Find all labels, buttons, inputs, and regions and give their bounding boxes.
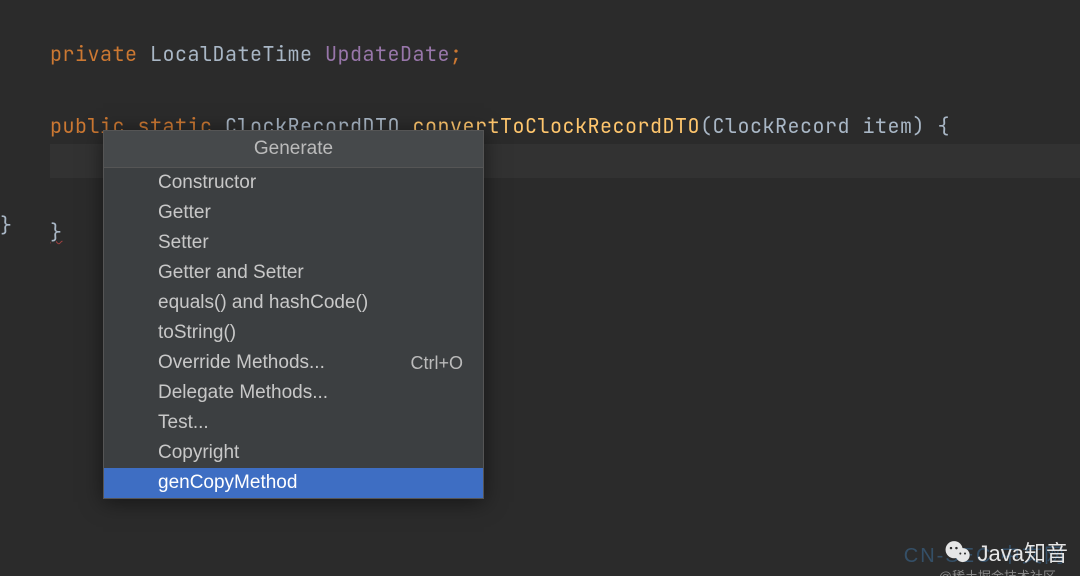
popup-item-gencopymethod[interactable]: genCopyMethod [104, 468, 483, 498]
popup-item-label: Getter and Setter [158, 262, 304, 284]
popup-item-shortcut: Ctrl+O [410, 353, 471, 374]
param-name: item [863, 113, 913, 139]
type-localdatetime: LocalDateTime [150, 41, 313, 67]
popup-item-label: Delegate Methods... [158, 382, 328, 404]
popup-item-equals-hashcode[interactable]: equals() and hashCode() [104, 288, 483, 318]
popup-item-label: Copyright [158, 442, 239, 464]
code-line: private LocalDateTime UpdateDate; [50, 41, 463, 67]
popup-item-copyright[interactable]: Copyright [104, 438, 483, 468]
popup-item-label: Getter [158, 202, 211, 224]
popup-item-label: toString() [158, 322, 236, 344]
popup-item-label: genCopyMethod [158, 472, 297, 494]
popup-item-getter-setter[interactable]: Getter and Setter [104, 258, 483, 288]
popup-item-delegate[interactable]: Delegate Methods... [104, 378, 483, 408]
rbrace-class: } [0, 212, 12, 238]
watermark: Java知音 @稀土掘金技术社区 [944, 536, 1068, 568]
field-updatedate: UpdateDate [325, 41, 450, 67]
lbrace: { [938, 113, 951, 139]
wechat-icon [944, 538, 972, 566]
popup-title: Generate [104, 131, 483, 168]
code-line: } [50, 219, 63, 245]
popup-item-setter[interactable]: Setter [104, 228, 483, 258]
generate-popup[interactable]: Generate Constructor Getter Setter Gette… [103, 130, 484, 499]
keyword-private: private [50, 41, 138, 67]
lparen: ( [700, 113, 713, 139]
popup-item-label: Setter [158, 232, 209, 254]
semicolon: ; [450, 41, 463, 67]
popup-list: Constructor Getter Setter Getter and Set… [104, 168, 483, 498]
popup-item-test[interactable]: Test... [104, 408, 483, 438]
code-editor[interactable]: private LocalDateTime UpdateDate; public… [0, 0, 1080, 576]
watermark-main: Java知音 [978, 541, 1068, 566]
rbrace-method: } [50, 219, 63, 245]
popup-item-getter[interactable]: Getter [104, 198, 483, 228]
popup-item-override[interactable]: Override Methods... Ctrl+O [104, 348, 483, 378]
watermark-subtitle: @稀土掘金技术社区 [939, 566, 1056, 572]
popup-item-label: Test... [158, 412, 209, 434]
popup-item-constructor[interactable]: Constructor [104, 168, 483, 198]
popup-item-label: Constructor [158, 172, 256, 194]
popup-item-label: Override Methods... [158, 352, 325, 374]
rparen: ) [913, 113, 926, 139]
popup-item-tostring[interactable]: toString() [104, 318, 483, 348]
popup-item-label: equals() and hashCode() [158, 292, 368, 314]
param-type: ClockRecord [713, 113, 851, 139]
